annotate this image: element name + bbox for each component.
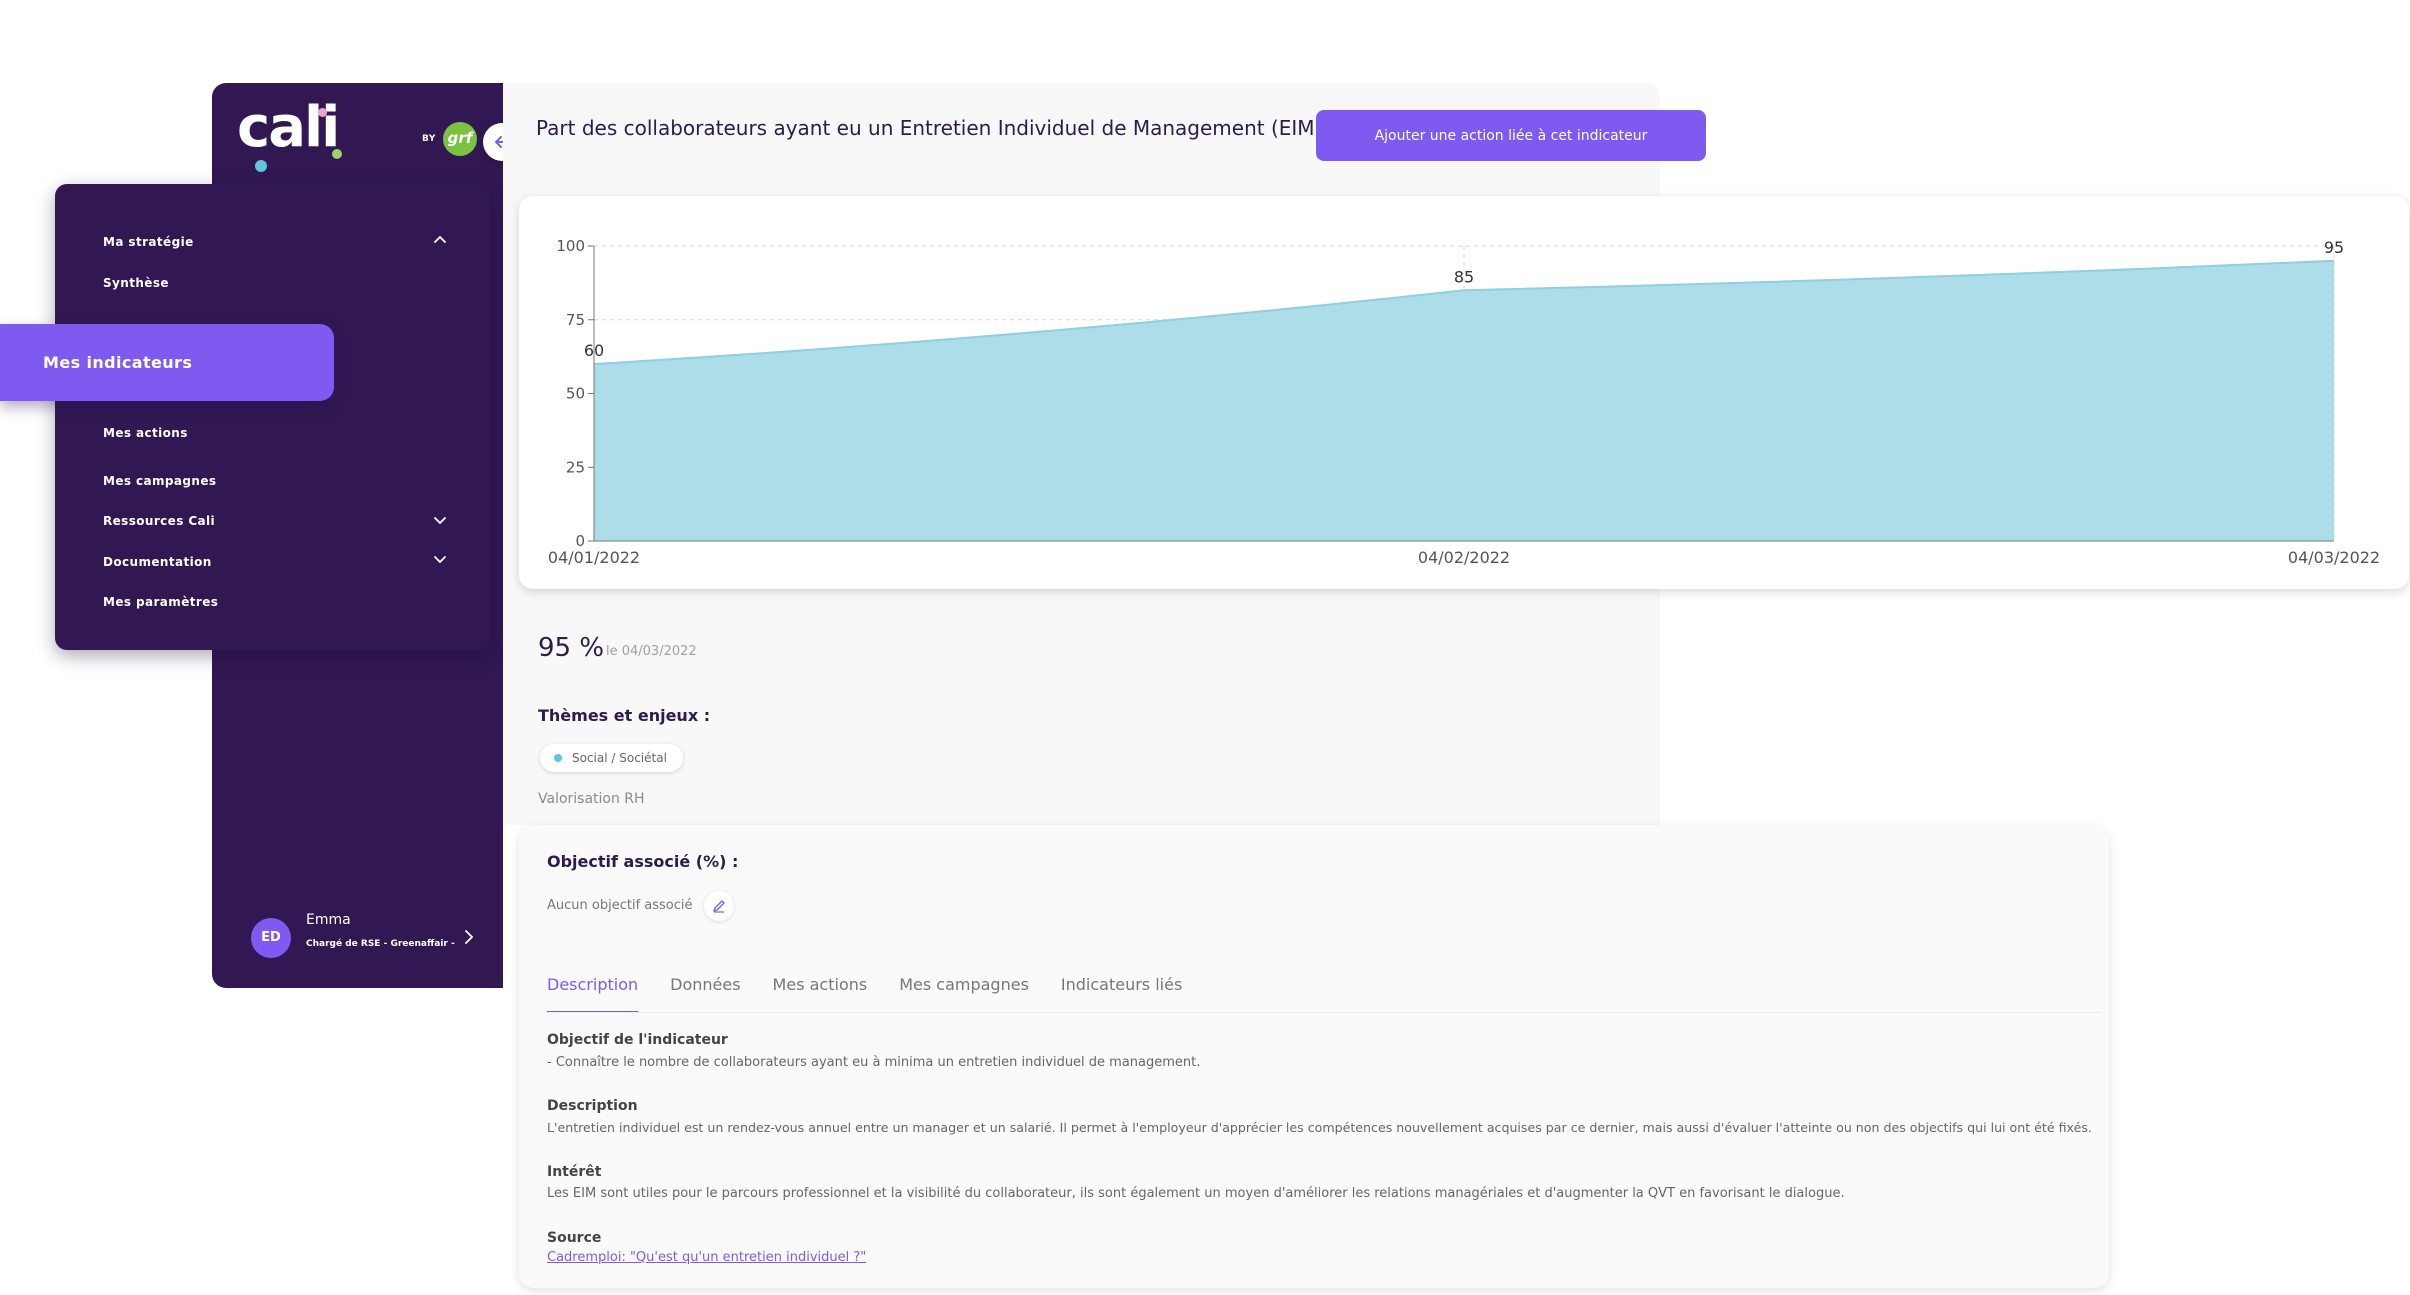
theme-dot-icon: [554, 754, 562, 762]
add-action-button[interactable]: Ajouter une action liée à cet indicateur: [1316, 110, 1706, 161]
sidebar-item-label: Mes indicateurs: [43, 353, 193, 372]
sidebar-item-ma-strategie[interactable]: Ma stratégie: [103, 235, 194, 249]
objective-empty-text: Aucun objectif associé: [547, 898, 693, 913]
chevron-down-icon[interactable]: [432, 513, 448, 529]
chevron-down-icon[interactable]: [432, 552, 448, 568]
x-tick-label: 04/02/2022: [1418, 548, 1510, 567]
themes-title: Thèmes et enjeux :: [538, 706, 711, 725]
sidebar-item-label: Synthèse: [103, 276, 169, 290]
logo-dot-blue: [255, 160, 267, 172]
logo-dot-green: [332, 149, 342, 159]
avatar[interactable]: ED: [251, 918, 291, 958]
current-value: 95 %: [538, 633, 605, 663]
y-tick-label: 50: [566, 385, 585, 403]
navigation-menu: [55, 184, 490, 650]
user-name: Emma: [306, 912, 351, 928]
sidebar-item-label: Mes actions: [103, 426, 188, 440]
sidebar-item-mes-indicateurs[interactable]: Mes indicateurs: [0, 324, 334, 401]
interest-label: Intérêt: [547, 1164, 602, 1180]
sidebar-item-label: Documentation: [103, 555, 212, 569]
sub-theme: Valorisation RH: [538, 791, 645, 807]
theme-chip: Social / Sociétal: [540, 744, 683, 772]
chevron-up-icon[interactable]: [432, 231, 448, 247]
pencil-icon: [713, 900, 725, 913]
y-tick-label: 25: [566, 458, 585, 476]
data-label: 60: [584, 341, 604, 360]
edit-objective-button[interactable]: [704, 891, 734, 921]
y-tick-label: 100: [556, 237, 585, 255]
source-link[interactable]: Cadremploi: "Qu'est qu'un entretien indi…: [547, 1250, 866, 1265]
objective-indicator-text: - Connaître le nombre de collaborateurs …: [547, 1055, 1201, 1070]
area-chart: 025507510004/01/2022 04/02/2022 04/03/2022…: [548, 237, 2380, 567]
tabs-divider: [547, 1012, 2102, 1013]
sidebar-item-label: Ma stratégie: [103, 235, 194, 249]
tab-indicateurs-lies[interactable]: Indicateurs liés: [1061, 975, 1182, 1013]
interest-text: Les EIM sont utiles pour le parcours pro…: [547, 1186, 1845, 1201]
sidebar-item-label: Mes paramètres: [103, 595, 219, 609]
y-tick-label: 75: [566, 311, 585, 329]
current-value-date: le 04/03/2022: [606, 644, 697, 659]
objective-indicator-label: Objectif de l'indicateur: [547, 1032, 728, 1048]
sidebar-item-ressources-cali[interactable]: Ressources Cali: [103, 514, 215, 528]
user-role: Chargé de RSE - Greenaffair -: [306, 939, 455, 949]
area-fill: [594, 260, 2334, 541]
sidebar-item-mes-actions[interactable]: Mes actions: [103, 426, 188, 440]
tab-mes-campagnes[interactable]: Mes campagnes: [899, 975, 1029, 1013]
logo-dot-pink: [318, 108, 327, 117]
data-label: 85: [1454, 267, 1474, 286]
sidebar-item-label: Ressources Cali: [103, 514, 216, 528]
chevron-right-icon[interactable]: [460, 928, 478, 946]
description-text: L'entretien individuel est un rendez-vou…: [547, 1120, 2092, 1135]
chart-card: 0 25 50 75 100 04/01/2022 04/02/2022 04/03/2022…: [519, 196, 2409, 589]
x-tick-label: 04/01/2022: [548, 548, 640, 567]
sidebar-item-mes-parametres[interactable]: Mes paramètres: [103, 595, 218, 609]
by-label: BY: [422, 134, 436, 144]
data-label: 95: [2324, 238, 2344, 257]
description-label: Description: [547, 1098, 638, 1114]
objective-title: Objectif associé (%) :: [547, 852, 739, 871]
sidebar-item-synthese[interactable]: Synthèse: [103, 276, 169, 290]
sidebar-item-documentation[interactable]: Documentation: [103, 555, 212, 569]
x-tick-label: 04/03/2022: [2288, 548, 2380, 567]
tab-mes-actions[interactable]: Mes actions: [773, 975, 868, 1013]
source-label: Source: [547, 1230, 602, 1246]
partner-logo: grf: [443, 122, 477, 156]
tab-description[interactable]: Description: [547, 975, 639, 1013]
sidebar-item-label: Mes campagnes: [103, 474, 217, 488]
theme-chip-label: Social / Sociétal: [572, 751, 667, 765]
tab-donnees[interactable]: Données: [670, 975, 740, 1013]
page-title: Part des collaborateurs ayant eu un Entr…: [536, 116, 1323, 140]
sidebar-item-mes-campagnes[interactable]: Mes campagnes: [103, 474, 216, 488]
detail-tabs: Description Données Mes actions Mes camp…: [547, 975, 1214, 1015]
